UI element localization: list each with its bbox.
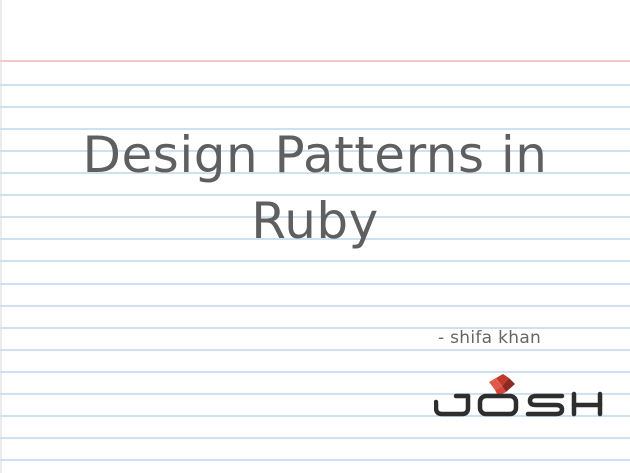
author-name: - shifa khan — [438, 328, 542, 348]
josh-logo — [433, 374, 604, 422]
ruled-line — [0, 305, 630, 307]
ruled-line — [0, 260, 630, 262]
slide: Design Patterns in Ruby - shifa khan — [0, 0, 630, 473]
title-line-1: Design Patterns in — [82, 126, 548, 184]
ruled-line — [0, 437, 630, 439]
logo-letter-s — [525, 393, 565, 417]
logo-letter-j — [433, 393, 471, 417]
ruled-line — [0, 106, 630, 108]
title-line-2: Ruby — [251, 192, 379, 250]
slide-title: Design Patterns in Ruby — [0, 122, 630, 254]
ruled-line — [0, 371, 630, 373]
josh-diamond-icon — [489, 374, 515, 396]
logo-letter-h — [571, 391, 603, 417]
ruled-line — [0, 459, 630, 461]
ruled-line — [0, 349, 630, 351]
ruled-line — [0, 84, 630, 86]
logo-letter-o — [477, 393, 519, 417]
red-margin-line — [0, 60, 630, 62]
ruled-line — [0, 283, 630, 285]
